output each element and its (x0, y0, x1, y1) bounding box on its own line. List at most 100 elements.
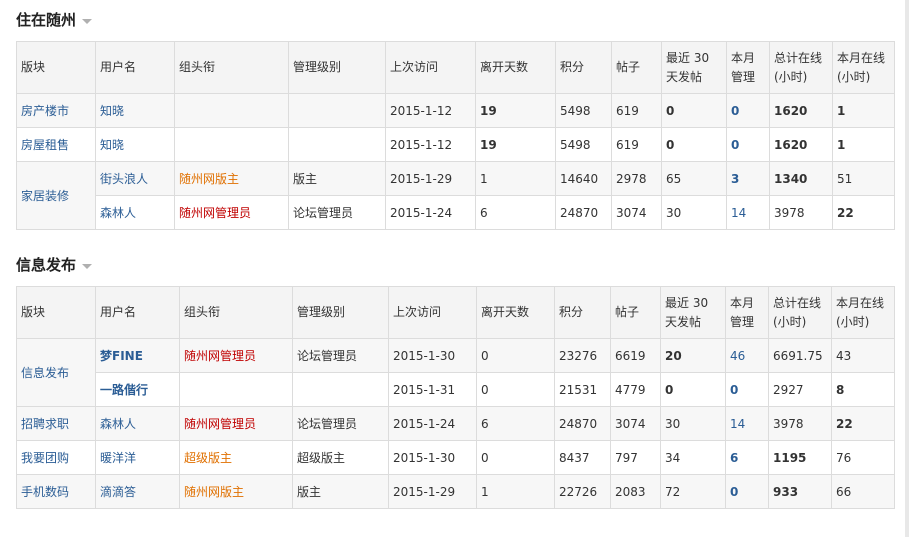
month-manage-cell: 6 (725, 440, 769, 475)
group-cell (174, 127, 289, 162)
posts-cell: 6619 (610, 338, 661, 373)
header-points: 积分 (554, 286, 611, 339)
days-cell: 1 (475, 161, 556, 196)
group-cell (174, 93, 289, 128)
posts-cell: 619 (611, 93, 662, 128)
table-row: 房屋租售 知晓 2015-1-12 19 5498 619 0 0 1620 1 (16, 127, 895, 162)
header-board: 版块 (16, 41, 96, 94)
table-row: 招聘求职 森林人 随州网管理员 论坛管理员 2015-1-24 6 24870 … (16, 406, 895, 441)
user-link[interactable]: 知晓 (100, 104, 124, 118)
table-row: 森林人 随州网管理员 论坛管理员 2015-1-24 6 24870 3074 … (17, 195, 895, 230)
chevron-down-icon[interactable] (82, 263, 93, 269)
total-online-cell: 3978 (768, 406, 832, 441)
recent-cell: 20 (660, 338, 726, 373)
month-manage-cell: 0 (725, 372, 769, 407)
points-cell: 24870 (554, 406, 611, 441)
total-online-cell: 2927 (768, 372, 832, 407)
points-cell: 23276 (554, 338, 611, 373)
level-cell: 版主 (292, 474, 389, 509)
board-link[interactable]: 手机数码 (21, 485, 69, 499)
header-points: 积分 (555, 41, 612, 94)
posts-cell: 3074 (611, 195, 662, 230)
points-cell: 22726 (554, 474, 611, 509)
user-link[interactable]: 森林人 (100, 417, 136, 431)
header-board: 版块 (16, 286, 96, 339)
recent-cell: 30 (661, 195, 727, 230)
month-online-cell: 66 (831, 474, 895, 509)
header-month-manage: 本月管理 (725, 286, 769, 339)
month-manage-cell: 14 (726, 195, 770, 230)
header-level: 管理级别 (288, 41, 386, 94)
month-manage-cell: 3 (726, 161, 770, 196)
group-cell: 随州网管理员 (179, 338, 293, 373)
days-cell: 0 (476, 440, 555, 475)
recent-cell: 0 (661, 127, 727, 162)
last-visit-cell: 2015-1-30 (388, 440, 477, 475)
month-manage-cell: 0 (726, 127, 770, 162)
total-online-cell: 1620 (769, 127, 833, 162)
section-title[interactable]: 信息发布 (16, 254, 895, 276)
user-link[interactable]: 街头浪人 (100, 172, 148, 186)
month-manage-cell: 14 (725, 406, 769, 441)
points-cell: 5498 (555, 93, 612, 128)
header-last-visit: 上次访问 (385, 41, 476, 94)
header-last-visit: 上次访问 (388, 286, 477, 339)
user-link[interactable]: 森林人 (100, 206, 136, 220)
level-cell (292, 372, 389, 407)
recent-cell: 30 (660, 406, 726, 441)
last-visit-cell: 2015-1-12 (385, 93, 476, 128)
header-level: 管理级别 (292, 286, 389, 339)
days-cell: 0 (476, 338, 555, 373)
user-link[interactable]: 暖洋洋 (100, 451, 136, 465)
table-row: 一路偕行 2015-1-31 0 21531 4779 0 0 2927 8 (17, 372, 895, 407)
days-cell: 19 (475, 93, 556, 128)
board-link[interactable]: 房产楼市 (21, 104, 69, 118)
moderator-table: 版块 用户名 组头衔 管理级别 上次访问 离开天数 积分 帖子 最近 30 天发… (16, 286, 895, 509)
chevron-down-icon[interactable] (82, 18, 93, 24)
posts-cell: 619 (611, 127, 662, 162)
header-posts: 帖子 (611, 41, 662, 94)
month-online-cell: 22 (832, 195, 895, 230)
posts-cell: 797 (610, 440, 661, 475)
section-xinxi-fabu: 信息发布 版块 用户名 组头衔 管理级别 上次访问 离开天数 积分 帖子 最近 … (16, 254, 895, 509)
user-link[interactable]: 滴滴答 (100, 485, 136, 499)
level-cell (288, 93, 386, 128)
total-online-cell: 1340 (769, 161, 833, 196)
total-online-cell: 933 (768, 474, 832, 509)
points-cell: 14640 (555, 161, 612, 196)
header-group: 组头衔 (174, 41, 289, 94)
recent-cell: 0 (661, 93, 727, 128)
board-link[interactable]: 我要团购 (21, 451, 69, 465)
points-cell: 8437 (554, 440, 611, 475)
last-visit-cell: 2015-1-29 (385, 161, 476, 196)
total-online-cell: 6691.75 (768, 338, 832, 373)
days-cell: 1 (476, 474, 555, 509)
section-title[interactable]: 住在随州 (16, 9, 895, 31)
header-group: 组头衔 (179, 286, 293, 339)
total-online-cell: 1195 (768, 440, 832, 475)
header-user: 用户名 (95, 286, 180, 339)
posts-cell: 4779 (610, 372, 661, 407)
recent-cell: 72 (660, 474, 726, 509)
board-link[interactable]: 招聘求职 (21, 417, 69, 431)
header-total-online: 总计在线(小时) (769, 41, 833, 94)
user-link[interactable]: 知晓 (100, 138, 124, 152)
level-cell: 版主 (288, 161, 386, 196)
table-row: 家居装修 街头浪人 随州网版主 版主 2015-1-29 1 14640 297… (16, 161, 895, 230)
days-cell: 6 (475, 195, 556, 230)
points-cell: 24870 (555, 195, 612, 230)
board-link[interactable]: 信息发布 (21, 366, 69, 380)
month-online-cell: 1 (832, 127, 895, 162)
last-visit-cell: 2015-1-24 (385, 195, 476, 230)
posts-cell: 3074 (610, 406, 661, 441)
board-link[interactable]: 家居装修 (21, 189, 69, 203)
user-link[interactable]: 梦FINE (100, 349, 143, 363)
board-link[interactable]: 房屋租售 (21, 138, 69, 152)
posts-cell: 2083 (610, 474, 661, 509)
section-title-text: 住在随州 (16, 11, 77, 29)
user-link[interactable]: 一路偕行 (100, 383, 148, 397)
header-month-online: 本月在线(小时) (832, 41, 895, 94)
recent-cell: 34 (660, 440, 726, 475)
last-visit-cell: 2015-1-12 (385, 127, 476, 162)
header-posts: 帖子 (610, 286, 661, 339)
